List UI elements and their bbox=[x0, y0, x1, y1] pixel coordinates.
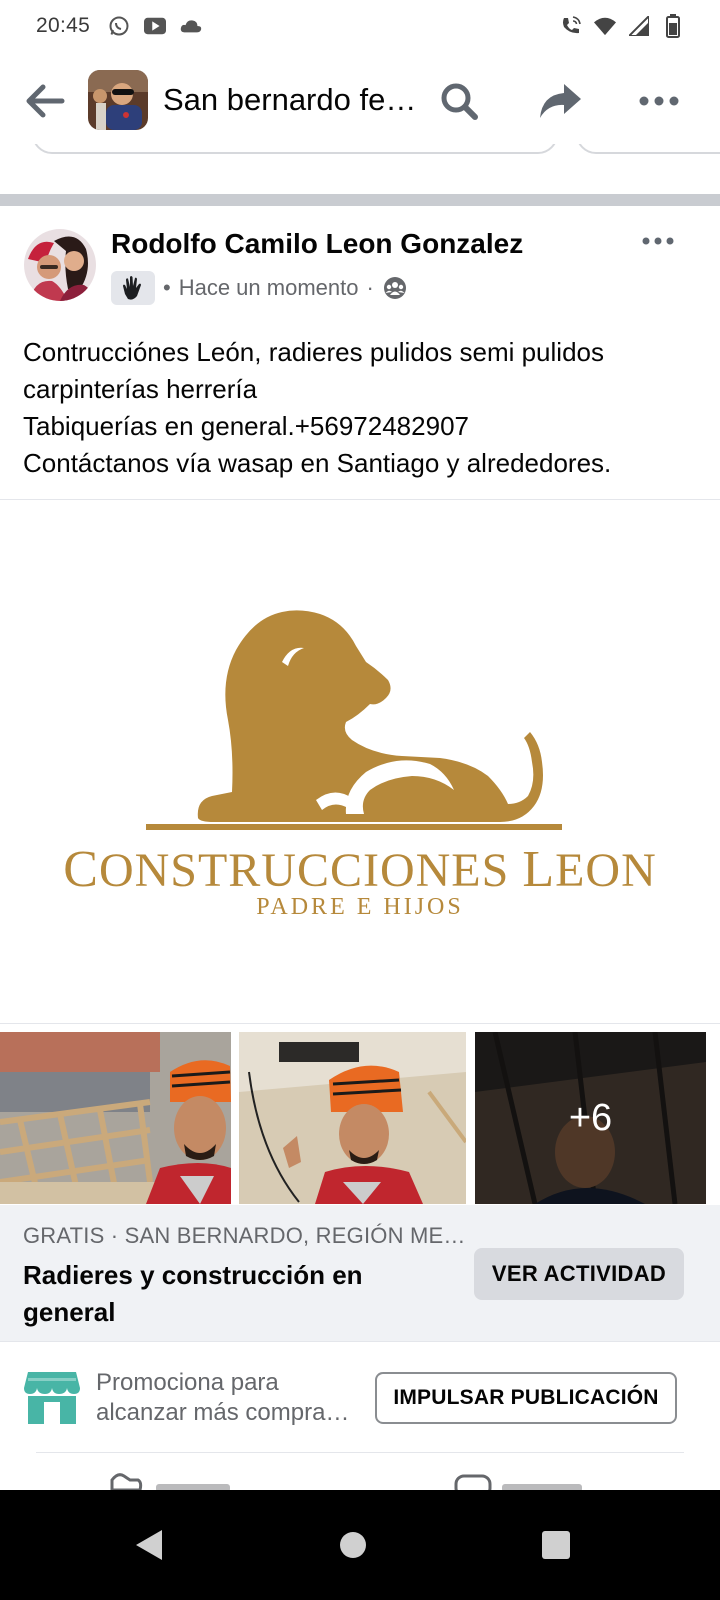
nav-recents-button[interactable] bbox=[521, 1510, 591, 1580]
post-timestamp[interactable]: Hace un momento bbox=[179, 275, 359, 301]
signal-icon bbox=[628, 15, 650, 37]
divider bbox=[0, 1341, 720, 1342]
post-text-line[interactable]: Tabiquerías en general.+56972482907 bbox=[23, 408, 703, 445]
logo-company-name: CONSTRUCCIONES LEON bbox=[63, 841, 657, 898]
share-icon bbox=[540, 84, 581, 118]
recents-square-icon bbox=[542, 1531, 570, 1559]
more-icon bbox=[639, 96, 679, 106]
photo-thumbnail-more[interactable]: +6 bbox=[475, 1032, 706, 1204]
hand-badge-icon[interactable] bbox=[111, 271, 155, 305]
section-divider bbox=[0, 194, 720, 206]
back-button[interactable] bbox=[22, 78, 68, 124]
post-text-line: carpinterías herrería bbox=[23, 374, 258, 404]
photo-thumbnail[interactable] bbox=[0, 1032, 231, 1204]
whatsapp-icon bbox=[108, 15, 130, 37]
logo-tagline: PADRE E HIJOS bbox=[256, 894, 464, 920]
search-icon bbox=[441, 83, 478, 120]
author-avatar[interactable] bbox=[24, 229, 96, 301]
youtube-icon bbox=[144, 15, 167, 37]
status-bar: 20:45 bbox=[0, 0, 720, 52]
wifi-calling-icon bbox=[560, 15, 582, 37]
post-author-name[interactable]: Rodolfo Camilo Leon Gonzalez bbox=[111, 228, 523, 260]
view-activity-button[interactable]: VER ACTIVIDAD bbox=[474, 1248, 684, 1300]
group-header: San bernardo fe… bbox=[0, 60, 720, 144]
group-title[interactable]: San bernardo fe… bbox=[163, 82, 416, 118]
post-text-line: Contáctanos vía wasap en Santiago y alre… bbox=[23, 448, 612, 478]
nav-back-button[interactable] bbox=[114, 1510, 184, 1580]
promote-text: Promociona para alcanzar más compra… bbox=[96, 1369, 350, 1426]
back-triangle-icon bbox=[136, 1530, 162, 1560]
search-button[interactable] bbox=[434, 76, 484, 126]
chip-ghost[interactable] bbox=[32, 144, 558, 154]
wifi-icon bbox=[594, 15, 616, 37]
photo-thumbnail[interactable] bbox=[239, 1032, 466, 1204]
cloud-icon bbox=[180, 15, 202, 37]
listing-title[interactable]: Radieres y construcción en general bbox=[23, 1257, 443, 1331]
post-body: Contrucciónes León, radieres pulidos sem… bbox=[23, 334, 703, 482]
listing-meta: GRATIS · SAN BERNARDO, REGIÓN ME… bbox=[23, 1223, 466, 1248]
system-nav-bar bbox=[0, 1490, 720, 1600]
home-circle-icon bbox=[340, 1532, 366, 1558]
more-photos-count[interactable]: +6 bbox=[475, 1032, 706, 1204]
reaction-bar-peek bbox=[0, 1468, 720, 1490]
chip-ghost[interactable] bbox=[576, 144, 720, 154]
boost-post-button[interactable]: IMPULSAR PUBLICACIÓN bbox=[375, 1372, 677, 1424]
divider bbox=[36, 1452, 684, 1453]
post-text-line: Contrucciónes León, radieres pulidos sem… bbox=[23, 337, 604, 367]
share-button[interactable] bbox=[535, 76, 585, 126]
more-options-button[interactable] bbox=[634, 76, 684, 126]
post-meta: • Hace un momento · bbox=[111, 270, 408, 306]
group-avatar[interactable] bbox=[88, 70, 148, 130]
back-arrow-icon bbox=[26, 84, 65, 118]
nav-home-button[interactable] bbox=[318, 1510, 388, 1580]
filter-chips-strip bbox=[0, 144, 720, 156]
divider bbox=[0, 1023, 720, 1024]
storefront-icon bbox=[22, 1368, 82, 1428]
group-audience-icon bbox=[382, 276, 408, 300]
marketplace-listing[interactable]: GRATIS · SAN BERNARDO, REGIÓN ME… Radier… bbox=[0, 1205, 720, 1341]
more-icon bbox=[642, 237, 674, 245]
post-image-logo[interactable]: CONSTRUCCIONES LEON PADRE E HIJOS bbox=[0, 500, 720, 1022]
battery-icon bbox=[662, 14, 684, 38]
post-options-button[interactable] bbox=[636, 226, 680, 256]
lion-logo-icon bbox=[146, 610, 562, 830]
status-time: 20:45 bbox=[36, 14, 91, 37]
